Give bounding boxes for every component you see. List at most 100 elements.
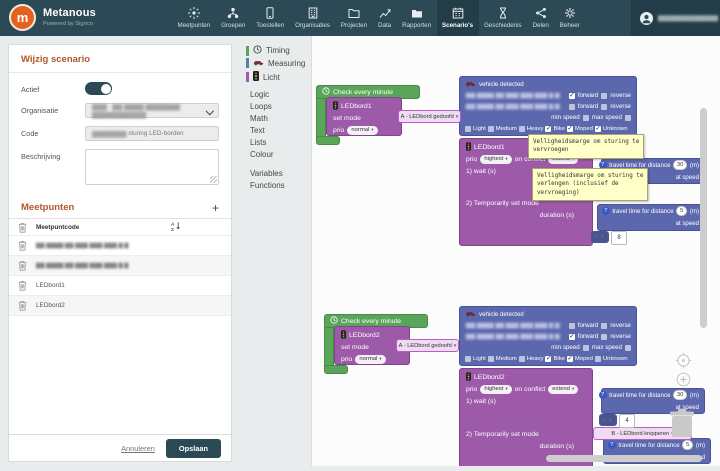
toolbox-category-lists[interactable]: Lists <box>250 138 266 147</box>
nav-meetpunten[interactable]: Meetpunten <box>172 0 216 36</box>
nav-toestellen[interactable]: Toestellen <box>251 0 290 36</box>
nav-geschiedenis[interactable]: Geschiedenis <box>479 0 528 36</box>
blockly-workspace[interactable]: Check every minute LEDbord1 set mode pri… <box>311 36 720 466</box>
block-travel-time-2[interactable]: ? travel time for distance 5 (m) at spee… <box>597 204 705 231</box>
checkbox-forward[interactable] <box>569 93 575 99</box>
nav-scenarios[interactable]: Scenario's <box>437 0 479 36</box>
checkbox-forward[interactable] <box>569 323 575 329</box>
help-icon[interactable]: ? <box>599 391 607 399</box>
delete-row-button[interactable] <box>9 240 36 251</box>
nav-organisaties[interactable]: Organisaties <box>290 0 336 36</box>
checkbox-unknown[interactable] <box>595 356 601 362</box>
user-menu[interactable]: ▇▇▇▇▇▇▇▇▇▇▇▇▇ <box>631 0 720 36</box>
checkbox-min-speed[interactable] <box>583 115 589 121</box>
nav-data[interactable]: Data <box>373 0 397 36</box>
toolbox-category-logic[interactable]: Logic <box>250 90 269 99</box>
checkbox-reverse[interactable] <box>601 93 607 99</box>
zoom-in-button[interactable] <box>675 371 692 393</box>
data-chart-icon <box>379 7 391 19</box>
mode-dropdown-block[interactable]: A - LEDbord gedoofd <box>398 110 461 123</box>
distance-field[interactable]: 5 <box>676 206 687 217</box>
actief-toggle[interactable] <box>85 82 112 95</box>
checkbox-label: Heavy <box>527 126 544 132</box>
cancel-button[interactable]: Annuleren <box>121 444 155 453</box>
meetpunt-code-redacted: [▇▇ ▇▇▇▇ ▇▇ ▇▇▇ ▇▇▇ ▇▇▇ ▇ ▇] <box>465 323 561 329</box>
collapsed-block[interactable]: · · <box>591 231 609 243</box>
checkbox-light[interactable] <box>465 356 471 362</box>
block-vehicle-detected-1[interactable]: vehicle detected [▇▇ ▇▇▇▇ ▇▇ ▇▇▇ ▇▇▇ ▇▇▇… <box>459 76 637 136</box>
toolbox-category-timing[interactable]: Timing <box>246 45 290 56</box>
checkbox-moped[interactable] <box>567 356 573 362</box>
checkbox-min-speed[interactable] <box>583 345 589 351</box>
number-field[interactable]: 4 <box>619 414 635 428</box>
code-input[interactable]: ▇▇▇▇▇▇▇ sturing LED-borden <box>85 126 219 141</box>
car-icon <box>465 81 476 89</box>
horizontal-scrollbar[interactable] <box>546 455 702 462</box>
checkbox-heavy[interactable] <box>519 126 525 132</box>
checkbox-reverse[interactable] <box>601 334 607 340</box>
distance-field[interactable]: 30 <box>673 160 687 171</box>
checkbox-moped[interactable] <box>567 126 573 132</box>
sort-icon[interactable]: AZ <box>171 221 181 233</box>
prio-dropdown[interactable]: normal <box>355 355 385 364</box>
checkbox-forward[interactable] <box>569 334 575 340</box>
delete-row-button[interactable] <box>9 260 36 271</box>
checkbox-light[interactable] <box>465 126 471 132</box>
save-button[interactable]: Opslaan <box>166 439 221 458</box>
add-meetpunt-button[interactable]: + <box>212 203 219 213</box>
toolbox-category-text[interactable]: Text <box>250 126 265 135</box>
checkbox-medium[interactable] <box>488 356 494 362</box>
checkbox-max-speed[interactable] <box>625 115 631 121</box>
nav-groepen[interactable]: Groepen <box>216 0 251 36</box>
beschrijving-textarea[interactable] <box>85 149 219 185</box>
vertical-scrollbar[interactable] <box>700 108 707 328</box>
table-row[interactable]: LEDbord1 <box>9 276 231 296</box>
table-row[interactable]: LEDbord2 <box>9 296 231 316</box>
organisatie-select[interactable]: ▇▇▇ - ▇▇ ▇▇▇▇ ▇▇▇▇▇▇▇ ▇▇▇▇▇▇▇▇▇▇▇ <box>85 103 219 118</box>
toolbox-category-functions[interactable]: Functions <box>250 181 285 190</box>
checkbox-bike[interactable] <box>545 356 551 362</box>
checkbox-reverse[interactable] <box>601 104 607 110</box>
unit-label: (m) <box>690 208 699 215</box>
delete-row-button[interactable] <box>9 280 36 291</box>
prio-dropdown[interactable]: normal <box>347 126 377 135</box>
toolbox-category-loops[interactable]: Loops <box>250 102 272 111</box>
nav-beheer[interactable]: Beheer <box>554 0 585 36</box>
block-ledbord1-setmode[interactable]: LEDbord1 set mode prio normal <box>326 97 402 136</box>
number-field[interactable]: 8 <box>611 231 627 245</box>
table-row[interactable]: ▇▇ ▇▇▇▇ ▇▇ ▇▇▇ ▇▇▇ ▇▇▇ ▇ ▇ <box>9 256 231 276</box>
collapsed-block[interactable]: · · <box>599 414 617 426</box>
toolbox-category-measuring[interactable]: Measuring <box>246 58 305 68</box>
help-icon[interactable]: ? <box>602 207 610 215</box>
prio-dropdown[interactable]: highest <box>480 155 511 164</box>
trash-icon <box>18 222 27 233</box>
block-label: vehicle detected <box>479 311 524 318</box>
checkbox-medium[interactable] <box>488 126 494 132</box>
prio-dropdown[interactable]: highest <box>480 385 511 394</box>
help-icon[interactable]: ? <box>608 441 616 449</box>
trash-icon <box>18 280 27 291</box>
conflict-dropdown[interactable]: extend <box>548 385 578 394</box>
checkbox-heavy[interactable] <box>519 356 525 362</box>
checkbox-max-speed[interactable] <box>625 345 631 351</box>
nav-projecten[interactable]: Projecten <box>335 0 372 36</box>
checkbox-unknown[interactable] <box>595 126 601 132</box>
block-vehicle-detected-2[interactable]: vehicle detected [▇▇ ▇▇▇▇ ▇▇ ▇▇▇ ▇▇▇ ▇▇▇… <box>459 306 637 366</box>
nav-rapporten[interactable]: Rapporten <box>397 0 437 36</box>
metanous-logo[interactable]: m <box>9 4 36 31</box>
checkbox-forward[interactable] <box>569 104 575 110</box>
resize-handle[interactable] <box>210 176 217 183</box>
checkbox-bike[interactable] <box>545 126 551 132</box>
toolbox-category-colour[interactable]: Colour <box>250 150 274 159</box>
mode-dropdown-block[interactable]: A - LEDbord gedoofd <box>396 339 459 352</box>
delete-row-button[interactable] <box>9 300 36 311</box>
table-row[interactable]: ▇▇ ▇▇▇▇ ▇▇ ▇▇▇ ▇▇▇ ▇▇▇ ▇ ▇ <box>9 236 231 256</box>
checkbox-reverse[interactable] <box>601 323 607 329</box>
nav-delen[interactable]: Delen <box>527 0 554 36</box>
trash-can[interactable] <box>668 407 696 444</box>
checkbox-label: reverse <box>610 333 631 340</box>
block-ledbord2-main[interactable]: LEDbord2 prio highest on conflict extend… <box>459 368 593 466</box>
toolbox-category-variables[interactable]: Variables <box>250 169 283 178</box>
toolbox-category-licht[interactable]: Licht <box>246 71 280 83</box>
toolbox-category-math[interactable]: Math <box>250 114 268 123</box>
